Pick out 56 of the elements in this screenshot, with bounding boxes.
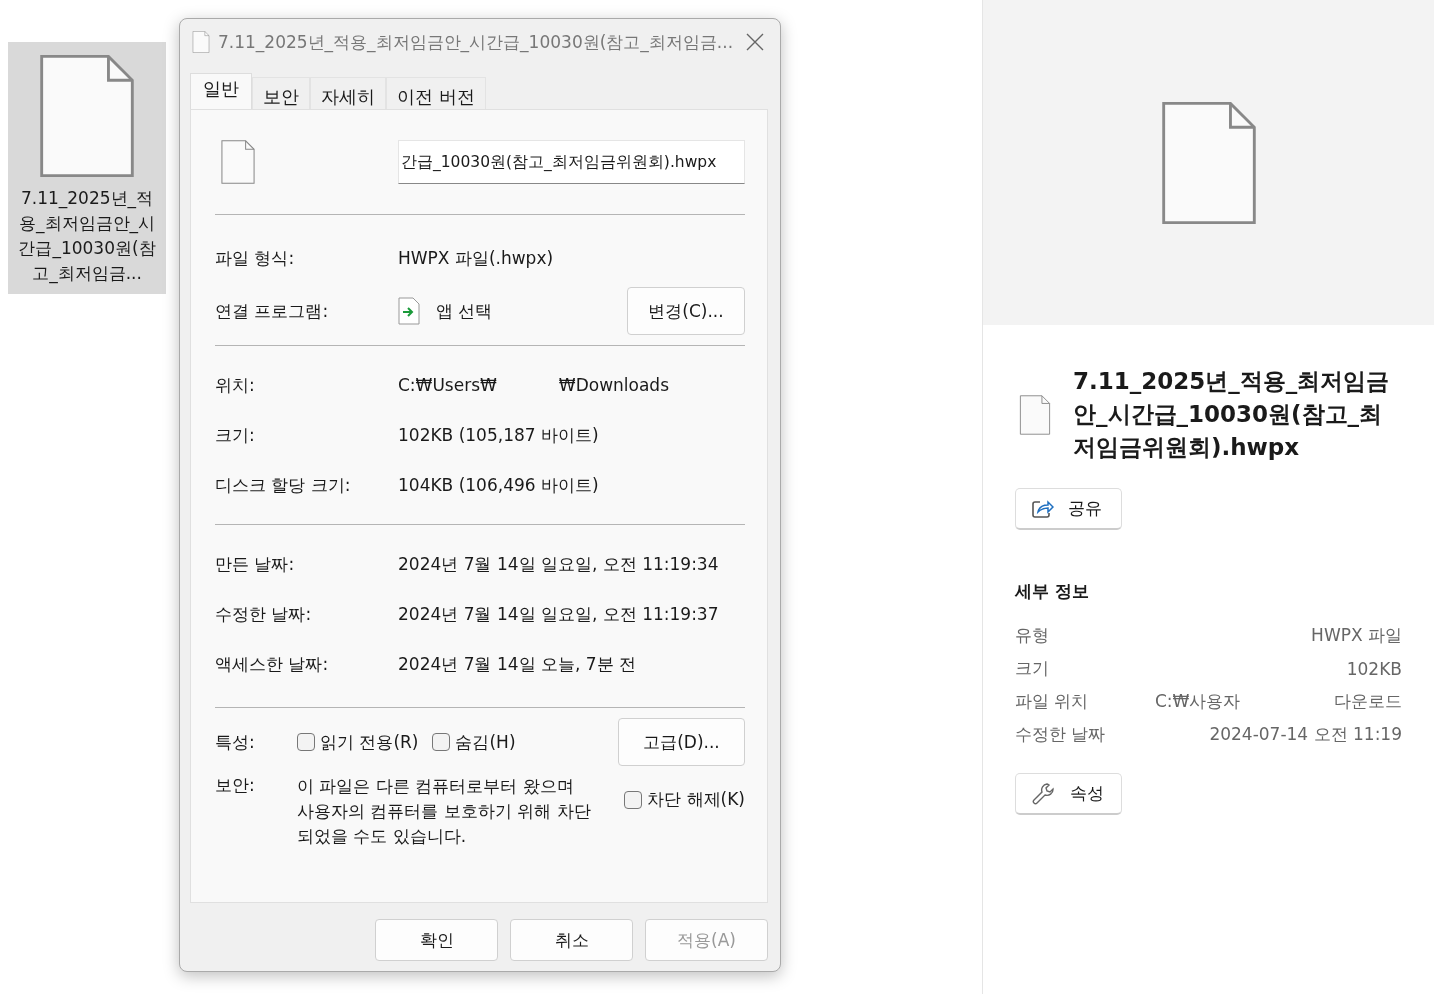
field-value: 2024년 7월 14일 일요일, 오전 11:19:34 <box>398 552 719 576</box>
tab[interactable]: 자세히 <box>310 77 386 109</box>
field-value: 2024년 7월 14일 일요일, 오전 11:19:37 <box>398 602 719 626</box>
detail-value: 102KB <box>1346 658 1402 679</box>
field-value: 앱 선택 <box>436 299 493 323</box>
file-icon <box>1160 100 1257 225</box>
change-button[interactable]: 변경(C)... <box>627 287 745 335</box>
file-icon <box>192 31 210 53</box>
field-label: 특성: <box>215 730 256 754</box>
field-value: 104KB (106,496 바이트) <box>398 473 599 497</box>
wrench-icon <box>1032 781 1056 806</box>
field-label: 위치: <box>215 373 256 397</box>
share-button[interactable]: 공유 <box>1015 488 1122 530</box>
detail-label: 유형 <box>1015 624 1050 647</box>
field-value: HWPX 파일(.hwpx) <box>398 246 554 270</box>
desktop-file-icon[interactable]: 7.11_2025년_적용_최저임금안_시간급_10030원(참고_최저임금... <box>8 42 166 294</box>
tab[interactable]: 일반 <box>190 73 252 109</box>
filename-field[interactable]: 간급_10030원(참고_최저임금위원회).hwpx <box>398 140 745 184</box>
file-icon <box>221 140 255 184</box>
field-label: 보안: <box>215 774 256 797</box>
field-label: 액세스한 날짜: <box>215 652 330 676</box>
properties-button[interactable]: 속성 <box>1015 773 1122 815</box>
field-label: 만든 날짜: <box>215 552 296 576</box>
detail-label: 수정한 날짜 <box>1015 723 1107 746</box>
checkbox[interactable]: 차단 해제(K) <box>624 788 745 811</box>
section-heading: 세부 정보 <box>1015 580 1090 603</box>
app-icon <box>398 297 420 325</box>
detail-value: HWPX 파일 <box>1311 624 1402 647</box>
file-name: 7.11_2025년_적용_최저임금안_시간급_10030원(참고_최저임금위원회).hwpx <box>1073 367 1391 462</box>
field-label: 디스크 할당 크기: <box>215 473 352 497</box>
dialog-button[interactable]: 취소 <box>510 919 633 961</box>
checkbox[interactable]: 읽기 전용(R) <box>297 730 419 754</box>
file-label: 7.11_2025년_적용_최저임금안_시간급_10030원(참고_최저임금... <box>17 187 157 286</box>
tab[interactable]: 보안 <box>252 77 310 109</box>
field-value: 102KB (105,187 바이트) <box>398 423 599 447</box>
file-icon <box>39 54 135 178</box>
checkbox[interactable]: 숨김(H) <box>432 730 516 754</box>
security-text: 이 파일은 다른 컴퓨터로부터 왔으며 사용자의 컴퓨터를 보호하기 위해 차단되었을 수도 있습니다. <box>297 775 592 848</box>
field-label: 파일 형식: <box>215 246 296 270</box>
detail-label: 파일 위치 <box>1015 690 1090 713</box>
field-label: 수정한 날짜: <box>215 602 313 626</box>
share-icon <box>1032 498 1054 519</box>
detail-value: 2024-07-14 오전 11:19 <box>1209 723 1402 746</box>
detail-value: 다운로드 <box>1334 690 1402 713</box>
field-value: 2024년 7월 14일 오늘, 7분 전 <box>398 652 636 676</box>
advanced-button[interactable]: 고급(D)... <box>618 718 745 766</box>
detail-label: 크기 <box>1015 657 1050 680</box>
field-label: 크기: <box>215 423 256 447</box>
dialog-button[interactable]: 확인 <box>375 919 498 961</box>
field-value: C:₩Users₩ <box>398 375 497 395</box>
file-icon <box>1019 394 1051 435</box>
field-value: ₩Downloads <box>558 375 669 395</box>
field-label: 연결 프로그램: <box>215 299 330 323</box>
tab[interactable]: 이전 버전 <box>386 77 486 109</box>
detail-value: C:₩사용자 <box>1155 690 1241 713</box>
window-title: 7.11_2025년_적용_최저임금안_시간급_10030원(참고_최저임금... <box>218 30 734 54</box>
